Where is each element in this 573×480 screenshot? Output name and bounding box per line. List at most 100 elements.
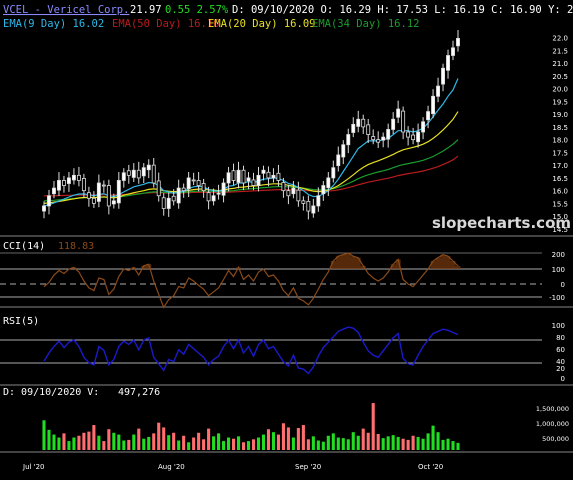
price-tick: 15.0 (552, 213, 568, 221)
volume-bar (241, 442, 246, 450)
volume-bar (67, 441, 71, 450)
volume-bar (311, 436, 315, 450)
rsi-tick-100: 100 (552, 322, 565, 330)
candle-body (47, 195, 51, 207)
volume-bar (276, 434, 280, 450)
watermark: slopecharts.com (432, 214, 571, 232)
price-tick: 16.5 (552, 175, 568, 183)
price-tick: 19.0 (552, 111, 568, 119)
candle-body (441, 67, 445, 85)
cci-line (43, 252, 459, 309)
volume-bar (97, 435, 101, 450)
candle-body (406, 131, 411, 138)
volume-bar (157, 422, 161, 450)
price-tick: 21.5 (552, 47, 568, 55)
candle-body (62, 180, 66, 186)
candle-body (356, 118, 361, 127)
ema9-line (43, 78, 459, 207)
volume-bar (271, 432, 275, 450)
volume-bar (107, 429, 111, 450)
candle-body (236, 169, 241, 183)
rsi-line (43, 326, 459, 375)
price-tick: 19.5 (552, 98, 568, 106)
volume-bar (62, 433, 66, 450)
candle-body (391, 118, 396, 130)
candle-body (361, 118, 366, 128)
price-tick: 17.5 (552, 149, 568, 157)
volume-bar (266, 429, 271, 450)
price-tick: 20.5 (552, 73, 568, 81)
candle-body (81, 178, 86, 192)
cci-tick-100: 100 (552, 266, 565, 274)
candle-body (42, 205, 46, 212)
candle-body (96, 182, 101, 202)
cci-tick-200: 200 (552, 251, 565, 259)
candle-body (341, 144, 346, 158)
rsi-tick-0: 0 (561, 375, 565, 383)
candle-body (266, 171, 271, 179)
legend-ema9: EMA(9 Day) 16.02 (3, 18, 104, 30)
rsi-tick-60: 60 (556, 346, 565, 354)
candle-body (151, 164, 156, 184)
volume-bar (351, 432, 355, 450)
candle-body (186, 177, 191, 190)
candle-body (251, 179, 256, 186)
candle-body (191, 179, 196, 182)
cci-value: 118.83 (58, 241, 94, 252)
candle-body (351, 123, 356, 133)
volume-bar (416, 436, 420, 450)
ticker-label[interactable]: VCEL - Vericel Corp. (3, 4, 129, 16)
candle-body (221, 182, 226, 196)
candle-body (306, 200, 311, 212)
volume-bar (451, 441, 455, 450)
candle-body (156, 180, 161, 197)
candle-body (411, 134, 416, 141)
cci-tick-0: 0 (561, 281, 565, 289)
candle-body (176, 187, 181, 204)
volume-bar (236, 436, 241, 450)
volume-bar (72, 437, 76, 450)
volume-bar (371, 403, 375, 450)
candle-body (52, 187, 56, 195)
volume-bar (316, 440, 320, 450)
volume-bar (386, 436, 390, 450)
volume-bar (361, 428, 365, 450)
volume-bar (132, 434, 136, 450)
volume-bar (256, 437, 261, 450)
ema34-line (43, 139, 459, 202)
volume-bar (187, 442, 191, 450)
candle-body (281, 182, 286, 192)
volume-label: D: 09/10/2020 V: (3, 387, 99, 398)
candle-body (316, 195, 321, 207)
price-tick: 16.0 (552, 188, 568, 196)
candle-body (141, 167, 146, 177)
candle-body (286, 190, 291, 197)
candle-body (131, 169, 136, 178)
volume-bar (57, 437, 61, 450)
volume-bar (291, 437, 295, 450)
candle-body (211, 195, 216, 202)
volume-bar (137, 428, 141, 450)
volume-bar (147, 436, 151, 450)
volume-bar (52, 434, 56, 450)
volume-bar (177, 440, 181, 450)
volume-bar (391, 435, 395, 450)
candle-body (166, 197, 171, 209)
volume-bar (366, 432, 370, 450)
candle-body (181, 187, 186, 192)
volume-bar (356, 435, 360, 450)
volume-bar (431, 425, 435, 450)
candle-body (57, 180, 61, 191)
volume-bar (436, 432, 440, 450)
ema-lines (43, 78, 459, 207)
chart-root: VCEL - Vericel Corp. 21.97 0.55 2.57% D:… (0, 0, 573, 480)
ohlc-readout: D: 09/10/2020 O: 16.29 H: 17.53 L: 16.19… (232, 4, 573, 16)
cci-plot (43, 252, 461, 309)
candle-body (216, 192, 221, 195)
candle-body (111, 200, 116, 205)
volume-bar (456, 442, 460, 450)
candle-body (431, 95, 436, 115)
candle-body (201, 183, 206, 192)
candle-body (396, 108, 401, 118)
rsi-plot (43, 326, 459, 375)
